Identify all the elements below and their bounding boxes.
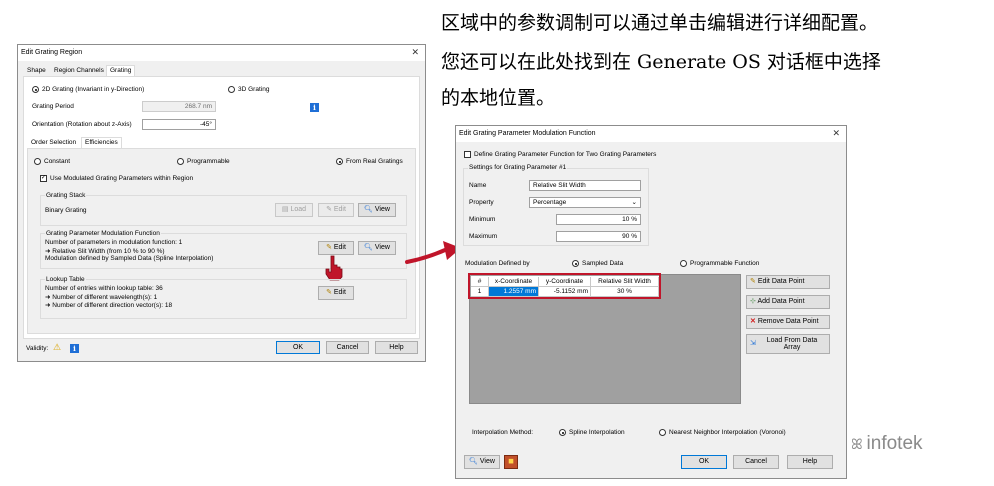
name-field[interactable]: Relative Slit Width <box>529 180 641 191</box>
chevron-down-icon: ⌄ <box>631 199 637 206</box>
radio-programmable-label: Programmable Function <box>690 260 760 267</box>
caption-line-1: 区域中的参数调制可以通过单击编辑进行详细配置。 <box>441 12 879 34</box>
radio-programmable[interactable] <box>177 158 184 165</box>
remove-icon: ✕ <box>750 318 758 325</box>
magnifier-icon: 🔍︎ <box>469 458 480 465</box>
highlight-box <box>468 273 661 299</box>
radio-nearest-neighbor[interactable] <box>659 429 666 436</box>
pencil-icon: ✎ <box>326 289 334 296</box>
define-two-checkbox[interactable] <box>464 151 471 158</box>
modulation-line-2: ➜ Relative Slit Width (from 10 % to 90 %… <box>45 248 165 255</box>
minimum-field[interactable]: 10 % <box>556 214 641 225</box>
tab-shape[interactable]: Shape <box>24 66 49 76</box>
lookup-line-3: ➜ Number of different direction vector(s… <box>45 302 173 309</box>
property-label: Property <box>469 199 494 206</box>
modulation-edit-button[interactable]: ✎ Edit <box>318 241 354 255</box>
remove-data-point-button[interactable]: ✕ Remove Data Point <box>746 315 830 329</box>
modulation-function-dialog: Edit Grating Parameter Modulation Functi… <box>455 125 847 479</box>
radio-spline[interactable] <box>559 429 566 436</box>
radio-2d-grating[interactable] <box>32 86 39 93</box>
interpolation-label: Interpolation Method: <box>472 429 534 436</box>
radio-real-gratings[interactable] <box>336 158 343 165</box>
radio-sampled-label: Sampled Data <box>582 260 624 267</box>
grating-stack-title: Grating Stack <box>45 192 87 199</box>
cancel-button[interactable]: Cancel <box>733 455 779 469</box>
stack-view-button[interactable]: 🔍︎ View <box>358 203 396 217</box>
caption-line-2: 您还可以在此处找到在 Generate OS 对话框中选择 <box>441 51 881 73</box>
grating-stack-value: Binary Grating <box>45 207 87 214</box>
caption-line-3: 的本地位置。 <box>441 87 556 109</box>
dialog-titlebar: Edit Grating Region ✕ <box>18 45 425 61</box>
tab-order-selection[interactable]: Order Selection <box>28 138 79 148</box>
add-data-point-button[interactable]: ⊹ Add Data Point <box>746 295 830 309</box>
warning-icon[interactable]: ⚠ <box>53 342 61 353</box>
lookup-edit-button[interactable]: ✎ Edit <box>318 286 354 300</box>
cancel-button[interactable]: Cancel <box>326 341 369 354</box>
validity-label: Validity: <box>26 345 49 352</box>
radio-programmable-label: Programmable <box>187 158 230 165</box>
radio-3d-grating[interactable] <box>228 86 235 93</box>
color-palette-icon[interactable]: ◼ <box>504 455 518 469</box>
orientation-label: Orientation (Rotation about z-Axis) <box>32 121 132 128</box>
ok-button[interactable]: OK <box>276 341 320 354</box>
grating-period-field: 268.7 nm <box>142 101 216 112</box>
radio-sampled-data[interactable] <box>572 260 579 267</box>
tab-grating[interactable]: Grating <box>106 65 136 76</box>
modulation-line-1: Number of parameters in modulation funct… <box>45 239 183 246</box>
radio-3d-label: 3D Grating <box>238 86 270 93</box>
pencil-icon: ✎ <box>326 206 334 213</box>
orientation-field[interactable]: -45° <box>142 119 216 130</box>
name-label: Name <box>469 182 487 189</box>
stack-edit-button[interactable]: ✎ Edit <box>318 203 354 217</box>
radio-programmable-function[interactable] <box>680 260 687 267</box>
maximum-field[interactable]: 90 % <box>556 231 641 242</box>
lookup-line-2: ➜ Number of different wavelength(s): 1 <box>45 294 158 301</box>
property-select[interactable]: Percentage ⌄ <box>529 197 641 208</box>
close-icon[interactable]: ✕ <box>832 126 840 141</box>
pencil-icon: ✎ <box>326 244 334 251</box>
magnifier-icon: 🔍︎ <box>364 206 375 213</box>
close-icon[interactable]: ✕ <box>411 45 419 60</box>
radio-real-gratings-label: From Real Gratings <box>346 158 403 165</box>
modulation-line-3: Modulation defined by Sampled Data (Spli… <box>45 255 214 262</box>
radio-2d-label: 2D Grating (Invariant in y-Direction) <box>42 86 145 93</box>
radio-nearest-label: Nearest Neighbor Interpolation (Voronoi) <box>669 429 786 436</box>
stack-load-button[interactable]: ▤ Load <box>275 203 313 217</box>
pencil-icon: ✎ <box>750 278 758 285</box>
maximum-label: Maximum <box>469 233 498 240</box>
settings-title: Settings for Grating Parameter #1 <box>468 164 568 171</box>
info-icon[interactable]: i <box>70 344 79 353</box>
help-button[interactable]: Help <box>375 341 418 354</box>
tab-region-channels[interactable]: Region Channels <box>51 66 107 76</box>
help-button[interactable]: Help <box>787 455 833 469</box>
lookup-line-1: Number of entries within lookup table: 3… <box>45 285 163 292</box>
modulation-defined-label: Modulation Defined by <box>465 260 530 267</box>
radio-constant-label: Constant <box>44 158 71 165</box>
ok-button[interactable]: OK <box>681 455 727 469</box>
define-two-label: Define Grating Parameter Function for Tw… <box>474 151 657 158</box>
tab-efficiencies[interactable]: Efficiencies <box>81 137 122 148</box>
radio-spline-label: Spline Interpolation <box>569 429 625 436</box>
lookup-table-title: Lookup Table <box>45 276 86 283</box>
load-array-icon: ⇲ <box>750 340 756 347</box>
view-button[interactable]: 🔍︎ View <box>464 455 500 469</box>
grating-period-label: Grating Period <box>32 103 74 110</box>
modulation-function-title: Grating Parameter Modulation Function <box>45 230 161 237</box>
minimum-label: Minimum <box>469 216 496 223</box>
hand-pointer-icon <box>325 255 343 281</box>
dialog-title: Edit Grating Region <box>21 49 83 56</box>
info-icon[interactable]: i <box>310 103 319 112</box>
radio-constant[interactable] <box>34 158 41 165</box>
magnifier-icon: 🔍︎ <box>364 244 375 251</box>
dialog-titlebar: Edit Grating Parameter Modulation Functi… <box>456 126 846 142</box>
use-modulated-label: Use Modulated Grating Parameters within … <box>50 175 194 182</box>
dialog-title: Edit Grating Parameter Modulation Functi… <box>459 130 596 137</box>
load-data-array-button[interactable]: ⇲ Load From Data Array <box>746 334 830 354</box>
edit-data-point-button[interactable]: ✎ Edit Data Point <box>746 275 830 289</box>
edit-grating-region-dialog: Edit Grating Region ✕ Shape Region Chann… <box>17 44 426 362</box>
watermark: ꕤ infotek <box>851 433 923 454</box>
modulation-view-button[interactable]: 🔍︎ View <box>358 241 396 255</box>
wechat-icon: ꕤ <box>851 436 867 452</box>
use-modulated-checkbox[interactable]: ✓ <box>40 175 47 182</box>
